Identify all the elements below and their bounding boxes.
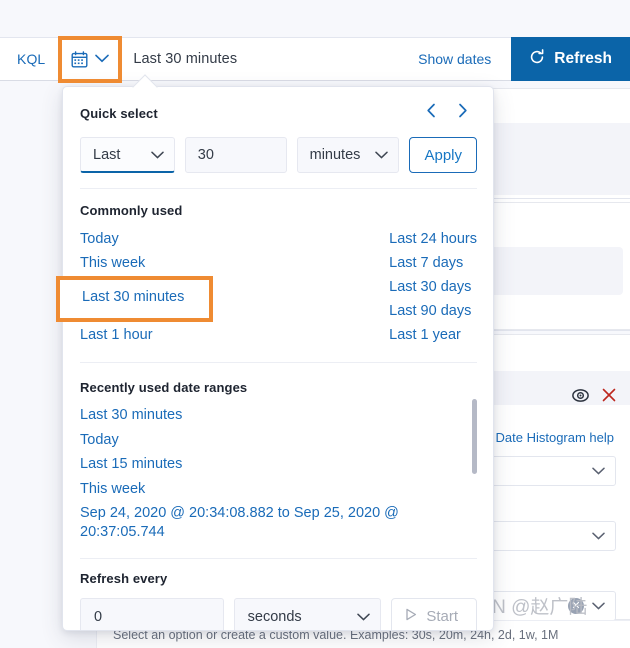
quick-select-direction[interactable]: Last xyxy=(80,137,175,173)
commonly-used-item-last-1-year[interactable]: Last 1 year xyxy=(389,323,477,347)
recently-used-item[interactable]: This week xyxy=(80,477,477,502)
recently-used-item[interactable]: Today xyxy=(80,428,477,453)
refresh-every-section: Refresh every 0 seconds Start xyxy=(80,571,477,630)
chevron-down-icon xyxy=(357,609,371,625)
refresh-interval-value: 0 xyxy=(94,608,103,625)
recently-used-item[interactable]: Sep 24, 2020 @ 20:34:08.882 to Sep 25, 2… xyxy=(80,504,410,542)
commonly-used-item-last-1-hour[interactable]: Last 1 hour xyxy=(80,323,229,347)
quick-select-unit[interactable]: minutes xyxy=(296,137,400,173)
refresh-interval-input[interactable]: 0 xyxy=(80,598,224,630)
close-x-icon[interactable] xyxy=(602,388,616,407)
play-icon xyxy=(405,608,417,625)
commonly-used-item-last-7-days[interactable]: Last 7 days xyxy=(389,251,477,275)
recently-used-scrollbar[interactable] xyxy=(472,399,477,474)
divider xyxy=(80,188,477,189)
refresh-unit-select[interactable]: seconds xyxy=(233,598,382,630)
quick-select-direction-value: Last xyxy=(93,146,121,163)
recently-used-item[interactable]: Last 15 minutes xyxy=(80,452,477,477)
chevron-down-icon xyxy=(592,527,605,545)
refresh-every-row: 0 seconds Start xyxy=(80,598,477,630)
quick-select-unit-value: minutes xyxy=(309,147,361,163)
highlight-box-last-30-minutes: Last 30 minutes xyxy=(56,276,213,322)
refresh-button[interactable]: Refresh xyxy=(511,37,630,81)
start-refresh-label: Start xyxy=(426,608,458,625)
chevron-down-icon xyxy=(592,462,605,480)
quick-select-header: Quick select xyxy=(80,103,477,123)
recently-used-item[interactable]: Last 30 minutes xyxy=(80,403,477,428)
quick-select-nav xyxy=(426,103,477,123)
commonly-used-item-last-30-days[interactable]: Last 30 days xyxy=(389,275,477,299)
chevron-down-icon xyxy=(375,147,389,163)
quick-select-popover: Quick select Last 30 minutes Apply Commo… xyxy=(62,86,494,631)
refresh-button-label: Refresh xyxy=(554,50,612,67)
start-refresh-button[interactable]: Start xyxy=(391,598,477,630)
show-dates-button[interactable]: Show dates xyxy=(418,51,509,67)
chevron-down-icon xyxy=(592,597,605,615)
refresh-unit-value: seconds xyxy=(247,608,302,625)
chevron-down-icon xyxy=(151,147,164,163)
date-range-display[interactable]: Last 30 minutes xyxy=(121,51,418,67)
divider xyxy=(80,558,477,559)
highlight-box-datepicker xyxy=(58,36,122,83)
date-histogram-help-link[interactable]: Date Histogram help xyxy=(496,430,615,445)
quick-select-row: Last 30 minutes Apply xyxy=(80,137,477,173)
commonly-used-item-last-24-hours[interactable]: Last 24 hours xyxy=(389,227,477,251)
recently-used-title: Recently used date ranges xyxy=(80,380,248,395)
commonly-used-title: Commonly used xyxy=(80,203,183,218)
chevron-right-icon[interactable] xyxy=(457,103,468,123)
quick-select-title: Quick select xyxy=(80,105,158,121)
commonly-used-right-column: Last 24 hours Last 7 days Last 30 days L… xyxy=(229,227,477,347)
recently-used-list: Last 30 minutes Today Last 15 minutes Th… xyxy=(80,403,477,542)
eye-icon[interactable] xyxy=(572,388,589,407)
divider xyxy=(80,362,477,363)
recently-used-section: Recently used date ranges Last 30 minute… xyxy=(80,380,477,542)
highlight-label[interactable]: Last 30 minutes xyxy=(82,289,184,305)
refresh-every-title: Refresh every xyxy=(80,571,168,586)
refresh-icon xyxy=(529,48,545,70)
apply-button[interactable]: Apply xyxy=(409,137,477,173)
commonly-used-item-today[interactable]: Today xyxy=(80,227,229,251)
chevron-left-icon[interactable] xyxy=(426,103,437,123)
visualization-controls[interactable] xyxy=(572,388,616,407)
quick-select-count-value: 30 xyxy=(197,147,214,163)
commonly-used-section: Commonly used Today This week Last 15 mi… xyxy=(80,203,477,347)
commonly-used-item-last-90-days[interactable]: Last 90 days xyxy=(389,299,477,323)
commonly-used-item-this-week[interactable]: This week xyxy=(80,251,229,275)
quick-select-count-input[interactable]: 30 xyxy=(184,137,287,173)
query-language-label[interactable]: KQL xyxy=(0,51,59,67)
